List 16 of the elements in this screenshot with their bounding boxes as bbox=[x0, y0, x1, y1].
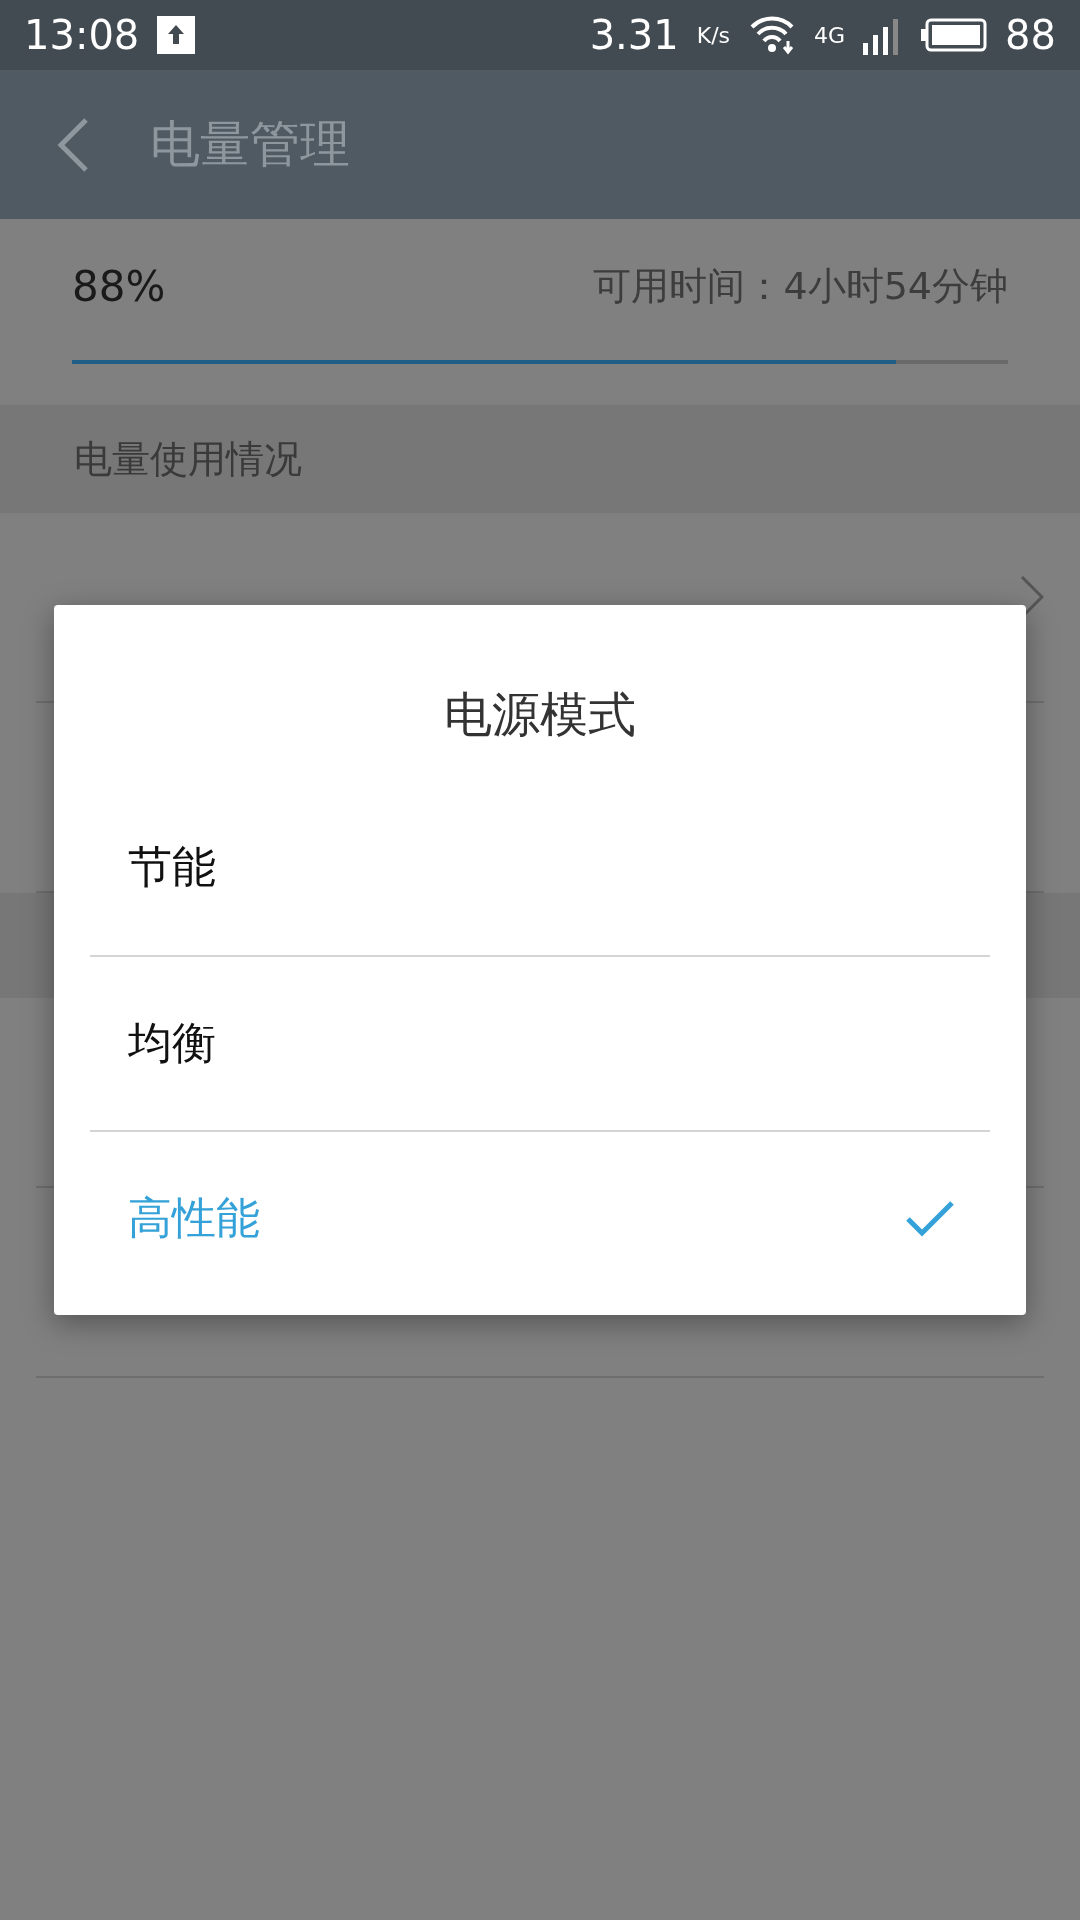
battery-percent: 88 bbox=[1005, 12, 1056, 58]
speed-unit: K/s bbox=[696, 22, 731, 48]
dialog-title: 电源模式 bbox=[443, 685, 637, 744]
battery-level: 88% bbox=[72, 261, 166, 311]
network-speed: 3.31 bbox=[589, 12, 679, 58]
mode-option[interactable]: 节能 bbox=[90, 780, 990, 955]
mode-option[interactable]: 均衡 bbox=[90, 955, 990, 1130]
section-title: 电量使用情况 bbox=[74, 435, 302, 483]
remaining-time: 可用时间：4小时54分钟 bbox=[593, 262, 1008, 310]
back-icon[interactable] bbox=[56, 116, 90, 173]
battery-icon bbox=[921, 18, 988, 52]
upload-icon bbox=[157, 16, 196, 54]
network-type: 4G bbox=[814, 22, 846, 48]
clock: 13:08 bbox=[24, 12, 140, 58]
check-icon bbox=[906, 1200, 954, 1237]
page-title: 电量管理 bbox=[150, 114, 350, 175]
